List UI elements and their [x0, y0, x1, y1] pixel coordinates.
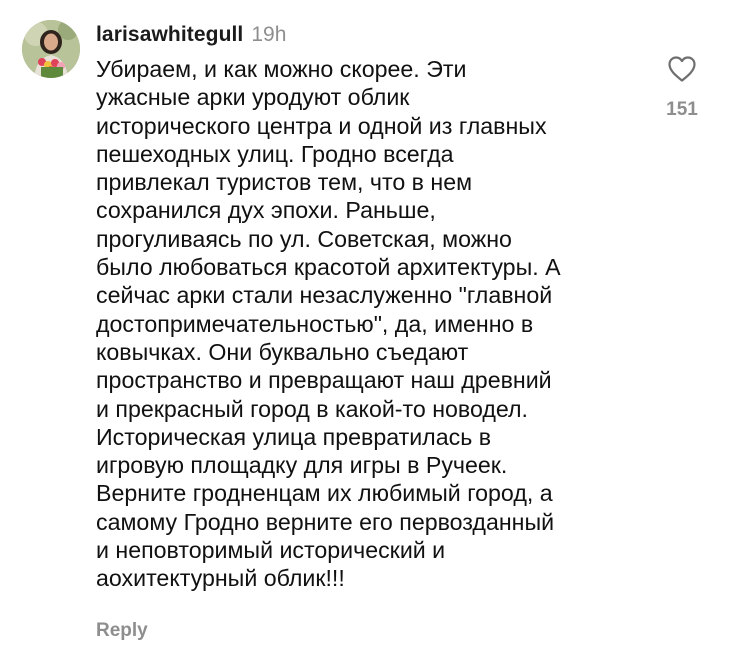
comment-header: larisawhitegull 19h [96, 22, 286, 48]
avatar[interactable] [22, 20, 80, 78]
timestamp: 19h [251, 23, 287, 46]
comment-text: Убираем, и как можно скорее. Эти ужасные… [96, 56, 561, 592]
heart-outline-icon[interactable] [667, 55, 697, 83]
like-section: 151 [652, 55, 712, 121]
reply-button[interactable]: Reply [96, 620, 148, 642]
avatar-photo-icon [22, 20, 80, 78]
username[interactable]: larisawhitegull [96, 22, 243, 48]
like-count: 151 [666, 99, 698, 120]
comment: larisawhitegull 19h Убираем, и как можно… [0, 0, 732, 657]
